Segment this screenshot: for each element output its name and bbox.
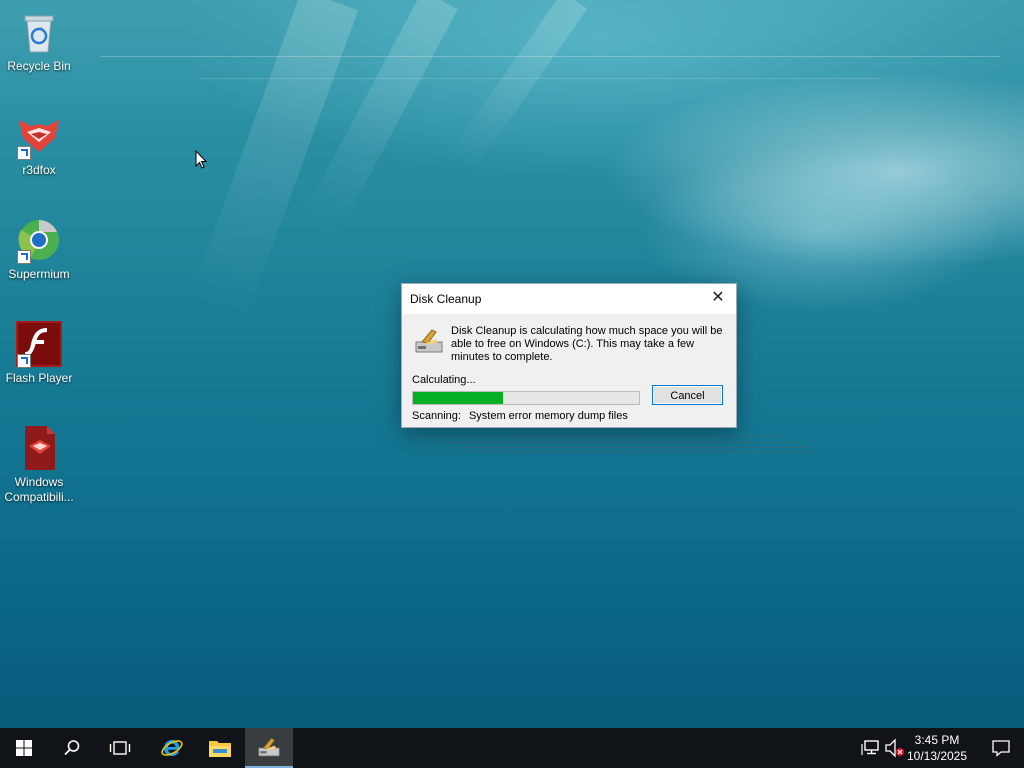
desktop-icon-label: Windows Compatibili...: [4, 475, 74, 504]
desktop-icon-label: Supermium: [8, 267, 70, 281]
dialog-body: Disk Cleanup is calculating how much spa…: [402, 314, 736, 427]
network-icon: [861, 740, 879, 755]
windows-logo-icon: [16, 740, 32, 756]
supermium-icon: [15, 216, 63, 264]
notification-icon: [992, 740, 1010, 757]
desktop-icon-r3dfox[interactable]: r3dfox: [0, 112, 78, 178]
start-button[interactable]: [0, 728, 48, 768]
desktop[interactable]: Recycle Bin r3dfox Supermium Flash Playe…: [0, 0, 1024, 728]
progress-bar: [412, 391, 640, 405]
scan-status: Scanning: System error memory dump files: [412, 410, 628, 422]
disk-cleanup-icon: [414, 328, 444, 356]
taskbar-disk-cleanup[interactable]: [245, 728, 293, 768]
desktop-icon-label: r3dfox: [22, 163, 56, 177]
task-view-button[interactable]: [96, 728, 144, 768]
redraw-artifact: [460, 447, 810, 448]
desktop-icon-label: Flash Player: [5, 371, 73, 385]
redraw-artifact: [440, 442, 800, 443]
search-icon: [64, 740, 80, 756]
redraw-artifact: [466, 451, 814, 452]
dialog-title: Disk Cleanup: [410, 292, 482, 306]
light-ray: [447, 0, 588, 173]
desktop-icon-windows-compatibility[interactable]: Windows Compatibili...: [0, 424, 78, 505]
taskbar-clock[interactable]: 3:45 PM 10/13/2025: [902, 732, 972, 764]
mouse-cursor-icon: [195, 150, 207, 169]
task-view-icon: [109, 741, 131, 755]
redraw-artifact: [410, 436, 780, 437]
disk-cleanup-dialog: Disk Cleanup ✕ Disk Cleanup is calculati…: [401, 283, 737, 428]
shortcut-arrow-icon: [17, 146, 31, 160]
disk-cleanup-icon: [258, 738, 280, 757]
internet-explorer-icon: [161, 740, 183, 756]
recycle-bin-icon: [15, 8, 63, 56]
cancel-button[interactable]: Cancel: [652, 385, 723, 405]
progress-bar-fill: [413, 392, 504, 404]
status-label: Calculating...: [412, 374, 476, 386]
desktop-icon-supermium[interactable]: Supermium: [0, 216, 78, 282]
clock-date: 10/13/2025: [906, 749, 968, 763]
network-tray-button[interactable]: [860, 738, 880, 758]
scan-label: Scanning:: [412, 410, 461, 422]
folder-icon: [209, 741, 231, 757]
shortcut-arrow-icon: [17, 354, 31, 368]
scan-item: System error memory dump files: [468, 410, 628, 422]
close-icon: ✕: [711, 289, 725, 306]
desktop-icon-label: Recycle Bin: [7, 59, 71, 73]
desktop-icon-recycle-bin[interactable]: Recycle Bin: [0, 8, 78, 74]
clock-time: 3:45 PM: [914, 733, 960, 747]
search-button[interactable]: [48, 728, 96, 768]
r3dfox-icon: [15, 112, 63, 160]
taskbar-file-explorer[interactable]: [196, 728, 244, 768]
taskbar: 3:45 PM 10/13/2025: [0, 728, 1024, 768]
dialog-message: Disk Cleanup is calculating how much spa…: [451, 325, 723, 363]
water-streak: [100, 56, 1000, 57]
action-center-button[interactable]: [992, 739, 1010, 757]
flash-player-icon: [15, 320, 63, 368]
desktop-icon-flash-player[interactable]: Flash Player: [0, 320, 78, 386]
close-button[interactable]: ✕: [700, 284, 736, 312]
water-streak: [200, 78, 880, 79]
taskbar-internet-explorer[interactable]: [148, 728, 196, 768]
shortcut-arrow-icon: [17, 250, 31, 264]
windows-compatibility-icon: [15, 424, 63, 472]
